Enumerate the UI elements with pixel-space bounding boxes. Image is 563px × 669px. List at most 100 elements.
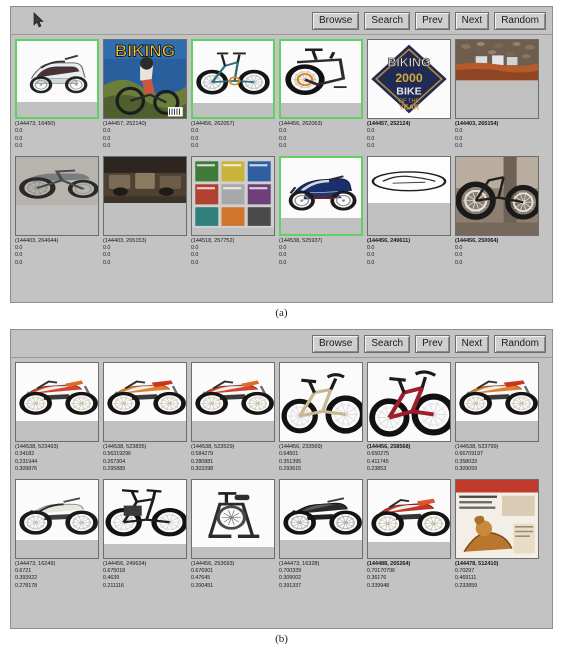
thumbnail-cell[interactable]: (144456, 249611) 0.0 0.0 0.0 (367, 155, 451, 268)
thumbnail-cell[interactable]: (144538, 523799) 0.66709197 0.358033 0.3090… (455, 362, 539, 474)
thumbnail-image[interactable] (15, 155, 99, 236)
thumbnail-cell[interactable]: (144473, 16450) 0.0 0.0 0.0 (15, 39, 99, 151)
image-area (16, 479, 98, 541)
score-value: 0.0 (103, 252, 111, 259)
thumbnail-cell[interactable]: (144518, 257752) 0.0 0.0 0.0 (191, 155, 275, 268)
score-value: 0.0 (15, 143, 23, 150)
score-value: 0.700339 (279, 568, 302, 575)
thumbnail-canvas (104, 156, 186, 235)
thumbnail-image[interactable] (455, 362, 539, 442)
score-value: 0.6721 (15, 568, 32, 575)
image-area (281, 41, 361, 104)
image-area (280, 479, 362, 541)
thumbnail-canvas (193, 41, 273, 117)
thumbnail-image[interactable] (103, 362, 187, 442)
thumbnail-image[interactable] (279, 478, 363, 559)
thumbnail-image[interactable] (191, 155, 275, 236)
thumbnail-image[interactable]: BIKING (103, 39, 187, 119)
thumbnail-cell[interactable]: (144456, 262057) 0.0 0.0 0.0 (191, 39, 275, 151)
thumbnail-metadata: (144456, 250064) 0.0 0.0 0.0 (455, 236, 539, 268)
image-area (456, 156, 538, 235)
thumbnail-cell[interactable]: (144456, 233569) 0.64501 0.351395 0.293615 (279, 362, 363, 474)
search-button[interactable]: Search (364, 11, 411, 30)
thumbnail-row: (144473, 16450) 0.0 0.0 0.0 BIKING (144457,… (15, 39, 548, 151)
thumbnail-cell[interactable]: (144538, 525937) 0.0 0.0 0.0 (279, 155, 363, 268)
thumbnail-image-selected[interactable] (15, 39, 99, 119)
thumbnail-image[interactable] (191, 362, 275, 442)
thumbnail-cell[interactable]: (144538, 523529) 0.584279 0.280881 0.303398 (191, 362, 275, 474)
thumbnail-cell[interactable]: (144538, 523835) 0.56319296 0.267304 0.2958… (103, 362, 187, 474)
image-area (456, 40, 538, 81)
score-value: 0.391337 (279, 582, 302, 589)
thumbnail-image-selected[interactable] (191, 39, 275, 119)
thumbnail-cell[interactable]: (144456, 249634) 0.675018 0.4639 0.211116 (103, 478, 187, 591)
thumbnail-cell[interactable]: BIKING 2000 BIKE OF THE YEAR (144457, 252… (367, 39, 451, 151)
browse-button[interactable]: Browse (312, 11, 360, 30)
thumbnail-canvas (17, 41, 97, 117)
thumbnail-cell[interactable]: (144488, 265264) 0.70170796 0.36176 0.33994… (367, 478, 451, 591)
browse-button-b[interactable]: Browse (312, 334, 360, 353)
image-id-label: (144538, 523493) (15, 444, 59, 450)
thumbnail-metadata: (144538, 523529) 0.584279 0.280881 0.303398 (191, 442, 275, 474)
thumbnail-metadata: (144456, 258568) 0.650275 0.411745 0.23853 (367, 442, 451, 474)
image-id-label: (144456, 258568) (367, 444, 411, 450)
image-id-label: (144473, 16249) (15, 560, 56, 567)
thumbnail-canvas (280, 363, 362, 441)
thumbnail-cell[interactable]: (144456, 253693) 0.676901 0.47645 0.200451 (191, 478, 275, 591)
score-value: 0.0 (279, 245, 287, 252)
subfigure-caption-a: (a) (275, 307, 288, 319)
thumbnail-cell[interactable]: (144403, 265153) 0.0 0.0 0.0 (103, 155, 187, 268)
thumbnail-cell[interactable]: (144478, 512410) 0.70297 0.469111 0.233859 (455, 478, 539, 591)
thumbnail-image[interactable] (103, 478, 187, 559)
thumbnail-image[interactable] (103, 155, 187, 236)
thumbnail-image[interactable] (15, 362, 99, 442)
image-area (104, 479, 186, 544)
thumbnail-image[interactable] (15, 478, 99, 559)
thumbnail-cell[interactable]: (144403, 264644) 0.0 0.0 0.0 (15, 155, 99, 268)
search-button-b[interactable]: Search (364, 334, 411, 353)
score-value: 0.675018 (103, 568, 126, 575)
image-area (368, 479, 450, 543)
score-value: 0.0 (455, 128, 463, 135)
score-value: 0.0 (279, 135, 287, 142)
image-area (104, 156, 186, 204)
prev-button[interactable]: Prev (415, 11, 450, 30)
thumbnail-image[interactable] (191, 478, 275, 559)
thumbnail-canvas (368, 363, 450, 441)
thumbnail-cell[interactable]: BIKING (144457, 252140) 0.0 0.0 0.0 (103, 39, 187, 151)
score-value: 0.0 (15, 252, 23, 259)
thumbnail-cell[interactable]: (144456, 262063) 0.0 0.0 0.0 (279, 39, 363, 151)
score-value: 0.393922 (15, 575, 38, 582)
thumbnail-image[interactable] (367, 478, 451, 559)
thumbnail-metadata: (144538, 523493) 0.34182 0.231944 0.309876 (15, 442, 99, 474)
random-button[interactable]: Random (494, 11, 546, 30)
thumbnail-image-selected[interactable] (279, 39, 363, 119)
score-value: 0.293615 (279, 466, 302, 473)
random-button-b[interactable]: Random (494, 334, 546, 353)
score-value: 0.0 (191, 128, 199, 135)
thumbnail-cell[interactable]: (144473, 16328) 0.700339 0.309002 0.391337 (279, 478, 363, 591)
thumbnail-image[interactable] (455, 155, 539, 236)
image-area (16, 156, 98, 205)
thumbnail-image[interactable]: BIKING 2000 BIKE OF THE YEAR (367, 39, 451, 119)
image-area (456, 363, 538, 421)
subfigure-caption-b: (b) (275, 633, 288, 645)
prev-button-b[interactable]: Prev (415, 334, 450, 353)
thumbnail-image[interactable] (279, 362, 363, 442)
thumbnail-image[interactable] (367, 362, 451, 442)
thumbnail-image[interactable] (367, 155, 451, 236)
thumbnail-image[interactable] (455, 478, 539, 559)
thumbnail-image[interactable] (455, 39, 539, 119)
next-button-b[interactable]: Next (454, 334, 490, 353)
thumbnail-cell[interactable]: (144456, 258568) 0.650275 0.411745 0.23853 (367, 362, 451, 474)
image-id-label: (144473, 16450) (15, 121, 56, 127)
thumbnail-image-selected[interactable] (279, 155, 363, 236)
score-value: 0.0 (103, 135, 111, 142)
score-value: 0.0 (103, 245, 111, 252)
thumbnail-cell[interactable]: (144538, 523493) 0.34182 0.231944 0.309876 (15, 362, 99, 474)
thumbnail-cell[interactable]: (144403, 265154) 0.0 0.0 0.0 (455, 39, 539, 151)
thumbnail-cell[interactable]: (144473, 16249) 0.6721 0.393922 0.278178 (15, 478, 99, 591)
thumbnail-metadata: (144456, 249611) 0.0 0.0 0.0 (367, 236, 451, 268)
next-button[interactable]: Next (454, 11, 490, 30)
thumbnail-cell[interactable]: (144456, 250064) 0.0 0.0 0.0 (455, 155, 539, 268)
